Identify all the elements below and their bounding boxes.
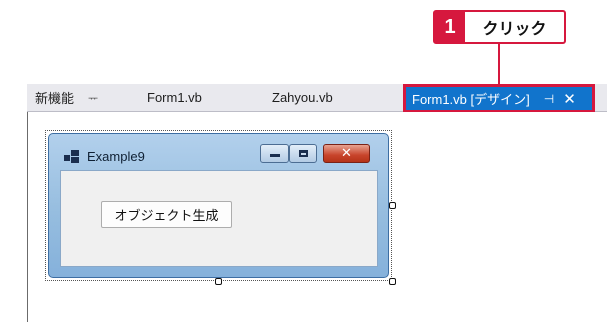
maximize-button[interactable]	[289, 144, 317, 163]
tab-new-features[interactable]: 新機能 ᅲ	[35, 84, 98, 111]
minimize-icon	[269, 154, 280, 157]
create-object-button[interactable]: オブジェクト生成	[101, 201, 232, 228]
pin-icon[interactable]: ⊣	[544, 92, 554, 106]
form-client-area[interactable]: オブジェクト生成	[60, 170, 378, 267]
callout-text: クリック	[482, 19, 547, 38]
resize-handle-bottom[interactable]	[215, 278, 222, 285]
tab-label: Zahyou.vb	[272, 90, 333, 105]
close-icon: ✕	[341, 146, 352, 161]
form-title: Example9	[87, 149, 145, 164]
close-icon[interactable]: ✕	[563, 90, 576, 108]
tab-label: 新機能	[35, 91, 75, 106]
callout-number: 1	[435, 12, 465, 42]
form-app-icon	[64, 150, 80, 164]
designer-form[interactable]: Example9 ✕ オブジェクト生成	[48, 133, 389, 278]
maximize-icon	[298, 150, 308, 157]
callout-box: 1 クリック	[433, 10, 566, 44]
tab-label: Form1.vb	[147, 90, 202, 105]
minimize-button[interactable]	[260, 144, 289, 163]
resize-handle-bottom-right[interactable]	[389, 278, 396, 285]
tab-form1-designer[interactable]: Form1.vb [デザイン] ⊣ ✕	[403, 84, 595, 113]
tab-form1-vb[interactable]: Form1.vb	[147, 84, 202, 111]
form-titlebar[interactable]: Example9 ✕	[49, 134, 388, 170]
resize-handle-right[interactable]	[389, 202, 396, 209]
callout-connector	[498, 44, 500, 87]
close-button[interactable]: ✕	[323, 144, 370, 163]
pin-icon[interactable]: ᅲ	[88, 90, 98, 106]
tab-zahyou-vb[interactable]: Zahyou.vb	[272, 84, 333, 111]
tab-label: Form1.vb [デザイン]	[412, 92, 530, 107]
